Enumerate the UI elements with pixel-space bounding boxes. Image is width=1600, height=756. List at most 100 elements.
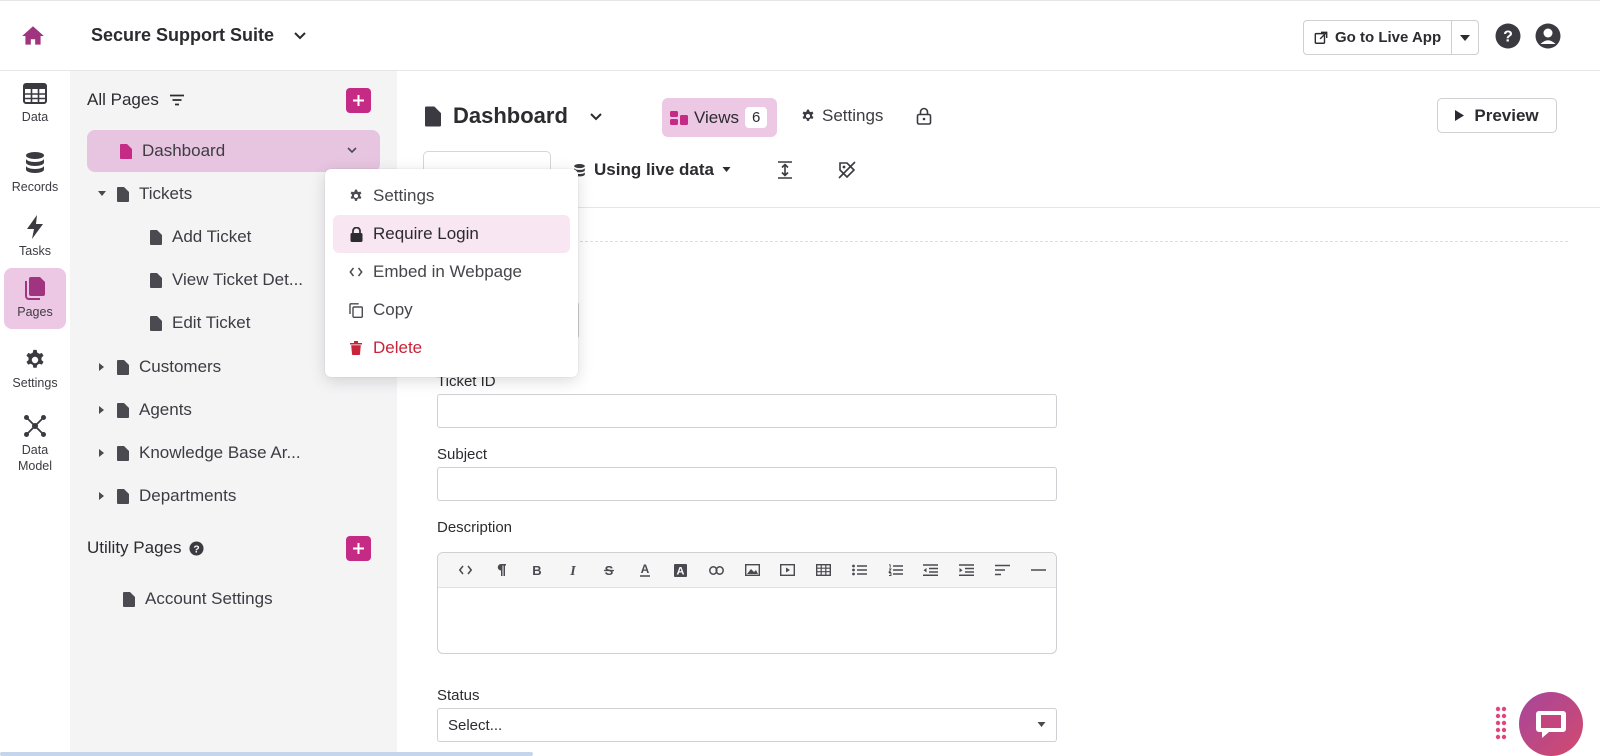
menu-item-delete[interactable]: Delete — [333, 329, 570, 367]
menu-item-label: Copy — [373, 300, 413, 319]
file-icon — [150, 272, 162, 288]
rail-item-records[interactable]: Records — [4, 143, 66, 201]
horizontal-rule-icon[interactable] — [1020, 553, 1056, 588]
utility-pages-header: Utility Pages ? — [87, 538, 205, 558]
page-item-label: Agents — [139, 400, 192, 419]
indent-icon[interactable] — [949, 553, 985, 588]
rail-item-settings[interactable]: Settings — [4, 341, 66, 397]
preview-button[interactable]: Preview — [1437, 98, 1557, 133]
drag-handle-icon[interactable] — [1495, 706, 1507, 742]
file-icon — [117, 488, 129, 504]
gear-icon — [24, 349, 46, 371]
page-item-add-ticket[interactable]: Add Ticket — [150, 216, 251, 258]
page-item-account-settings[interactable]: Account Settings — [123, 578, 273, 620]
rail-item-pages[interactable]: Pages — [4, 268, 66, 329]
status-select[interactable]: Select... — [437, 708, 1057, 742]
expand-height-icon[interactable] — [777, 161, 793, 179]
views-icon — [670, 110, 688, 126]
settings-tab[interactable]: Settings — [801, 106, 883, 126]
page-item-label: Knowledge Base Ar... — [139, 443, 301, 462]
numbered-list-icon[interactable] — [877, 553, 913, 588]
bold-icon[interactable]: B — [520, 553, 556, 588]
add-page-button[interactable] — [346, 88, 371, 113]
filter-icon[interactable] — [169, 94, 185, 106]
caret-down-icon[interactable] — [97, 191, 107, 197]
live-app-group: Go to Live App — [1303, 20, 1480, 55]
external-link-icon — [1314, 31, 1328, 45]
user-avatar-icon[interactable] — [1535, 23, 1561, 49]
font-color-icon[interactable]: A — [627, 553, 663, 588]
caret-right-icon[interactable] — [97, 492, 107, 500]
highlight-color-icon[interactable]: A — [663, 553, 699, 588]
subject-input[interactable] — [437, 467, 1057, 501]
caret-right-icon[interactable] — [97, 363, 107, 371]
align-left-icon[interactable] — [984, 553, 1020, 588]
chevron-down-icon[interactable] — [346, 145, 358, 155]
rail-item-data-model[interactable]: Data Model — [4, 406, 66, 480]
rail-item-tasks[interactable]: Tasks — [4, 207, 66, 265]
copy-icon — [349, 302, 363, 318]
chevron-down-icon[interactable] — [292, 27, 308, 43]
live-app-dropdown-button[interactable] — [1452, 21, 1478, 54]
caret-right-icon[interactable] — [97, 449, 107, 457]
help-icon[interactable]: ? — [189, 540, 205, 556]
menu-item-label: Require Login — [373, 224, 479, 243]
home-icon[interactable] — [20, 23, 48, 51]
strikethrough-icon[interactable]: S — [591, 553, 627, 588]
video-icon[interactable] — [770, 553, 806, 588]
file-icon — [117, 359, 129, 375]
chat-support-button[interactable] — [1519, 692, 1583, 756]
menu-item-label: Delete — [373, 338, 423, 357]
bulleted-list-icon[interactable] — [841, 553, 877, 588]
page-item-view-ticket[interactable]: View Ticket Det... — [150, 259, 303, 301]
page-item-tickets[interactable]: Tickets — [97, 173, 192, 215]
menu-item-copy[interactable]: Copy — [333, 291, 570, 329]
page-item-departments[interactable]: Departments — [97, 475, 236, 517]
svg-text:?: ? — [194, 544, 200, 555]
description-editor[interactable]: B I S A A — [437, 552, 1057, 654]
chevron-down-icon[interactable] — [588, 108, 604, 124]
menu-item-label: Settings — [373, 186, 435, 205]
code-view-icon[interactable] — [448, 553, 484, 588]
gear-icon — [349, 189, 363, 203]
menu-item-embed[interactable]: Embed in Webpage — [333, 253, 570, 291]
menu-item-require-login[interactable]: Require Login — [333, 215, 570, 253]
go-to-live-app-button[interactable]: Go to Live App — [1304, 21, 1453, 54]
rte-toolbar: B I S A A — [438, 553, 1056, 588]
views-tab[interactable]: Views 6 — [662, 98, 778, 137]
page-item-edit-ticket[interactable]: Edit Ticket — [150, 302, 250, 344]
page-item-agents[interactable]: Agents — [97, 389, 192, 431]
page-item-knowledge-base[interactable]: Knowledge Base Ar... — [97, 432, 301, 474]
preview-label: Preview — [1474, 105, 1539, 125]
table-icon — [23, 83, 47, 105]
menu-item-settings[interactable]: Settings — [333, 177, 570, 215]
page-title-group[interactable]: Dashboard — [425, 103, 604, 129]
image-icon[interactable] — [734, 553, 770, 588]
lock-open-icon[interactable] — [916, 107, 932, 125]
paragraph-icon[interactable] — [484, 553, 520, 588]
page-item-label: Edit Ticket — [172, 313, 251, 332]
loading-progress-bar — [0, 752, 533, 756]
link-icon[interactable] — [698, 553, 734, 588]
app-title[interactable]: Secure Support Suite — [91, 25, 274, 46]
italic-icon[interactable]: I — [555, 553, 591, 588]
data-source-dropdown[interactable]: Using live data — [573, 160, 731, 180]
file-icon — [117, 402, 129, 418]
lock-icon — [349, 226, 363, 242]
section-divider — [565, 241, 1568, 242]
tag-off-icon[interactable] — [838, 161, 856, 179]
code-icon — [349, 267, 363, 277]
help-icon[interactable]: ? — [1495, 23, 1521, 49]
rail-label: Tasks — [19, 244, 51, 258]
add-utility-page-button[interactable] — [346, 536, 371, 561]
ticket-id-input[interactable] — [437, 394, 1057, 428]
table-icon[interactable] — [806, 553, 842, 588]
views-count-badge: 6 — [745, 107, 768, 128]
rail-item-data[interactable]: Data — [4, 75, 66, 131]
page-item-label: Account Settings — [145, 589, 273, 608]
page-item-customers[interactable]: Customers — [97, 346, 221, 388]
page-item-dashboard[interactable]: Dashboard — [87, 130, 380, 172]
caret-right-icon[interactable] — [97, 406, 107, 414]
svg-text:A: A — [640, 563, 649, 576]
outdent-icon[interactable] — [913, 553, 949, 588]
